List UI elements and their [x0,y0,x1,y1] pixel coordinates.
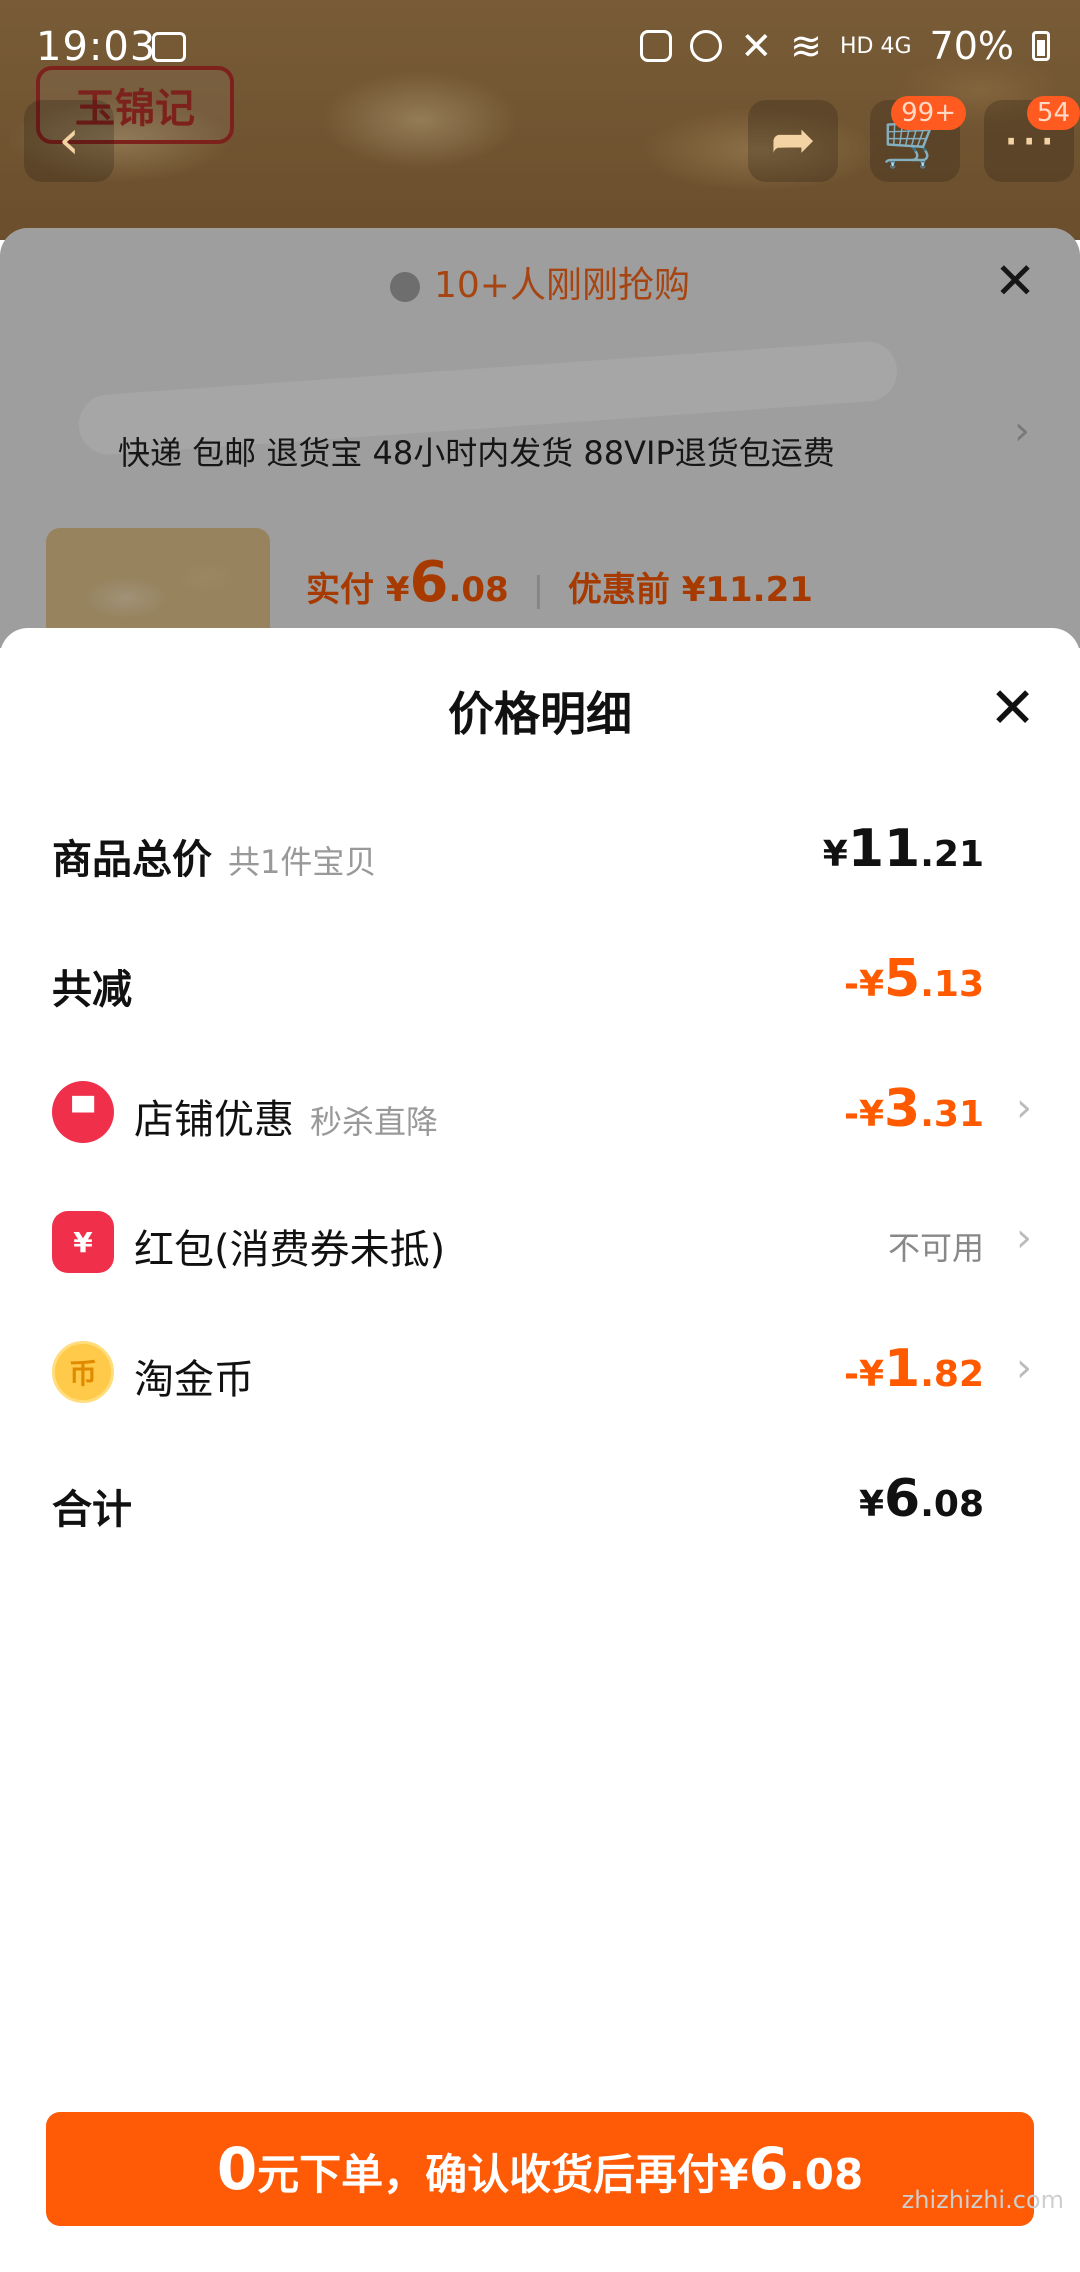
image-icon [152,32,186,62]
row-label: 合计 [52,1487,132,1533]
row-store-discount[interactable]: ▀ 店铺优惠 秒杀直降 -¥3.31 › [52,1073,1032,1153]
message-badge: 54 [1026,96,1080,130]
price-detail-sheet: 价格明细 ✕ 商品总价 共1件宝贝 ¥11.21 共减 -¥5.13 ▀ 店铺优惠… [0,628,1080,2272]
row-label: 淘金币 [134,1357,254,1403]
row-value: -¥5.13 [844,949,984,1009]
cta-zero: 0 [216,2135,258,2203]
top-nav: ‹ ➦ 🛒 99+ ⋯ 54 [0,96,1080,190]
status-right-group: ✕ ≋ HD 4G 70% [640,24,1050,68]
share-icon: ➦ [770,108,816,171]
row-tao-coin[interactable]: 币 淘金币 -¥1.82 › [52,1333,1032,1413]
row-red-packet[interactable]: ¥ 红包(消费券未抵) 不可用 › [52,1203,1032,1283]
submit-order-button[interactable]: 0元下单，确认收货后再付¥6.08 [46,2112,1034,2226]
status-bar: 19:03 ✕ ≋ HD 4G 70% [0,0,1080,100]
cta-currency: ¥ [719,2150,749,2199]
row-label: 红包(消费券未抵) [134,1227,446,1273]
back-button[interactable]: ‹ [24,100,114,182]
row-value: ¥6.08 [858,1469,984,1529]
status-time: 19:03 [36,24,157,70]
screenshot-icon [640,30,673,62]
battery-percent: 70% [929,24,1014,68]
page-title: 价格明细 [448,687,632,741]
mute-icon: ✕ [740,24,773,68]
back-icon: ‹ [58,108,80,171]
red-packet-icon: ¥ [52,1211,114,1273]
more-button[interactable]: ⋯ 54 [984,96,1080,182]
network-label: HD 4G [840,33,912,59]
watermark: zhizhizhi.com [901,2186,1064,2214]
battery-icon [1032,31,1050,61]
chevron-right-icon: › [1016,1345,1032,1391]
cta-dec: .08 [788,2150,864,2199]
alarm-icon [690,30,723,62]
row-grand-total: 合计 ¥6.08 [52,1463,1032,1543]
chevron-right-icon: › [1016,1215,1032,1261]
row-value: -¥3.31 [844,1079,984,1139]
row-sub: 共1件宝贝 [228,843,377,881]
cart-button[interactable]: 🛒 99+ [870,96,966,182]
cart-badge: 99+ [891,96,966,130]
chevron-right-icon: › [1016,1085,1032,1131]
row-value: 不可用 [887,1229,984,1267]
wifi-icon: ≋ [790,24,822,68]
store-icon: ▀ [52,1081,114,1143]
row-label: 店铺优惠 秒杀直降 [134,1097,439,1143]
cta-text: 元下单，确认收货后再付 [257,2150,720,2199]
row-total-discount: 共减 -¥5.13 [52,943,1032,1023]
row-label: 共减 [52,967,132,1013]
row-value: ¥11.21 [822,819,984,879]
cta-int: 6 [748,2135,789,2203]
row-total-goods: 商品总价 共1件宝贝 ¥11.21 [52,813,1032,893]
row-value: -¥1.82 [844,1339,984,1399]
close-icon[interactable]: ✕ [989,676,1036,741]
dim-overlay-sheet [0,228,1080,648]
row-sub: 秒杀直降 [310,1103,439,1141]
share-button[interactable]: ➦ [748,100,838,182]
row-label: 商品总价 共1件宝贝 [52,837,377,883]
coin-icon: 币 [52,1341,114,1403]
